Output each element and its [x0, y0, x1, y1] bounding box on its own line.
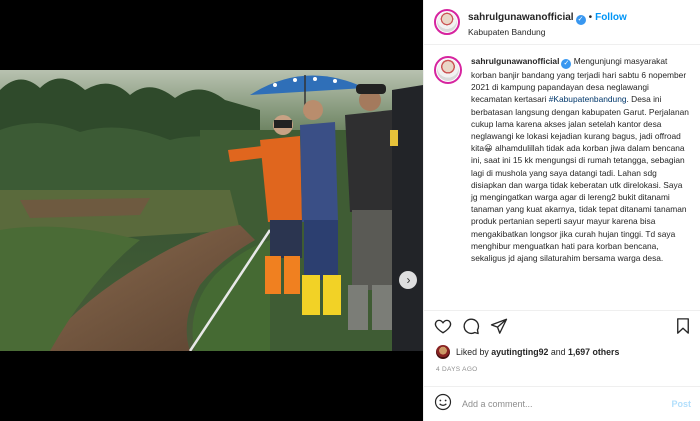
liked-by-prefix: Liked by: [456, 347, 489, 357]
post-photo[interactable]: ›: [0, 70, 423, 351]
bookmark-icon[interactable]: [674, 317, 692, 340]
hashtag-link[interactable]: #Kabupatenbandung: [549, 94, 627, 104]
avatar-image: [437, 59, 459, 81]
chevron-right-icon: ›: [406, 273, 411, 287]
username-link[interactable]: sahrulgunawanofficial: [468, 12, 574, 23]
flood-scene-image: [0, 70, 423, 351]
avatar-image: [437, 12, 457, 32]
separator-dot: •: [588, 12, 593, 23]
comment-box: Post: [424, 386, 700, 421]
post-side-panel: sahrulgunawanofficial ✓ • Follow Kabupaten …: [423, 0, 700, 421]
heart-icon[interactable]: [434, 317, 452, 340]
avatar[interactable]: [434, 9, 460, 35]
location-link[interactable]: Kabupaten Bandung: [468, 27, 627, 37]
post-media: ›: [0, 0, 423, 421]
caption-text-2: . Desa ini berbatasan langsung dengan ka…: [471, 94, 689, 264]
likes-count-link[interactable]: 1,697 others: [568, 347, 619, 357]
comment-icon[interactable]: [462, 317, 480, 340]
comment-input[interactable]: [462, 399, 672, 409]
likes-summary: Liked by ayutingting92 and 1,697 others: [436, 345, 619, 359]
carousel-next-button[interactable]: ›: [399, 271, 417, 289]
follow-button[interactable]: Follow: [595, 12, 627, 23]
liked-by-user-link[interactable]: ayutingting92: [491, 347, 548, 357]
verified-badge-icon: ✓: [561, 59, 572, 69]
action-bar: [424, 310, 700, 340]
liked-by-mid: and: [550, 347, 566, 357]
caption-username[interactable]: sahrulgunawanofficial: [471, 56, 559, 66]
post-date[interactable]: 4 DAYS AGO: [436, 366, 478, 373]
verified-badge-icon: ✓: [575, 15, 586, 25]
post-header: sahrulgunawanofficial ✓ • Follow Kabupaten …: [424, 0, 700, 45]
caption-area: sahrulgunawanofficial ✓ Mengunjungi masya…: [424, 55, 700, 305]
header-text: sahrulgunawanofficial ✓ • Follow Kabupaten …: [468, 7, 627, 37]
post-caption: sahrulgunawanofficial ✓ Mengunjungi masya…: [471, 55, 691, 305]
caption-avatar[interactable]: [434, 56, 462, 84]
post-comment-button[interactable]: Post: [671, 399, 691, 409]
header-top-row: sahrulgunawanofficial ✓ • Follow: [468, 7, 627, 25]
emoji-icon[interactable]: [434, 393, 452, 416]
share-icon[interactable]: [490, 317, 508, 340]
liker-avatar[interactable]: [436, 345, 450, 359]
